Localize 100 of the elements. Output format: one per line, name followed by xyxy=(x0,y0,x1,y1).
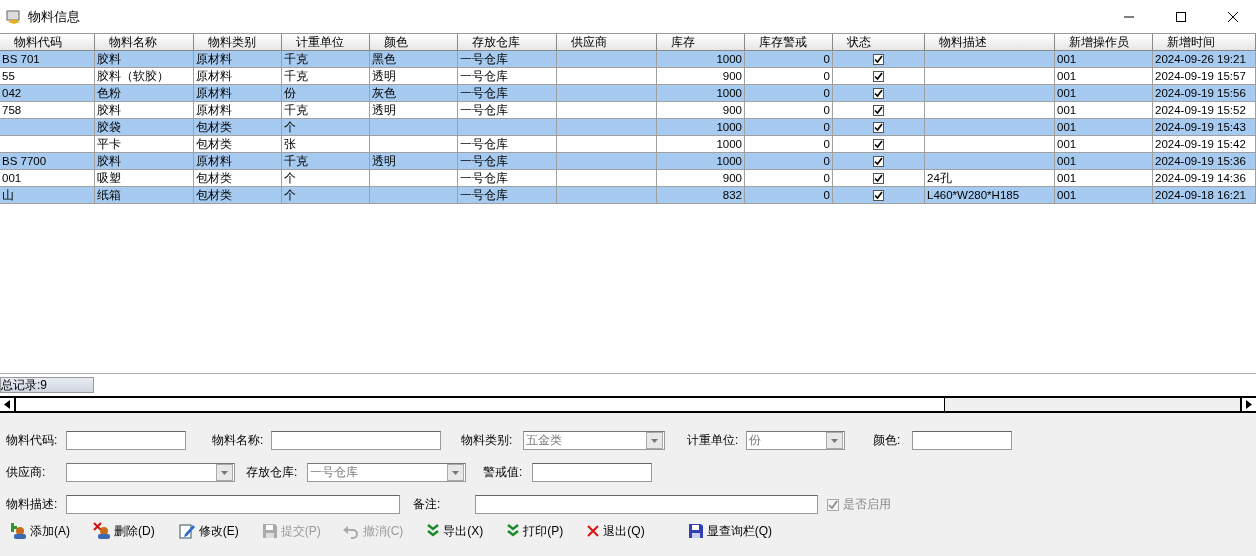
column-header[interactable]: 新增操作员 xyxy=(1055,34,1153,51)
column-header[interactable]: 颜色 xyxy=(370,34,458,51)
table-cell: 001 xyxy=(0,170,95,187)
status-checkbox[interactable] xyxy=(873,70,884,82)
table-cell: 透明 xyxy=(370,102,458,119)
column-header[interactable]: 新增时间 xyxy=(1153,34,1256,51)
table-cell: BS 7700 xyxy=(0,153,95,170)
toolbar-button[interactable]: 打印(P) xyxy=(503,520,567,542)
table-cell: 一号仓库 xyxy=(458,68,557,85)
record-count: 总记录:9 xyxy=(0,377,94,393)
table-cell: 2024-09-19 15:56 xyxy=(1153,85,1256,102)
text-field[interactable] xyxy=(532,463,652,482)
table-cell: 山 xyxy=(0,187,95,204)
table-cell: 2024-09-26 19:21 xyxy=(1153,51,1256,68)
table-cell: 0 xyxy=(745,170,833,187)
horizontal-scrollbar[interactable] xyxy=(0,396,1256,413)
column-header[interactable]: 计重单位 xyxy=(282,34,370,51)
table-cell: 0 xyxy=(745,187,833,204)
toolbar-button[interactable]: 导出(X) xyxy=(423,520,487,542)
status-checkbox[interactable] xyxy=(873,121,884,133)
table-cell: 千克 xyxy=(282,102,370,119)
column-header[interactable]: 库存 xyxy=(657,34,745,51)
table-cell: 一号仓库 xyxy=(458,85,557,102)
right-arrow-icon[interactable] xyxy=(1246,400,1252,409)
field-label: 物料代码: xyxy=(6,432,59,449)
table-cell: 原材料 xyxy=(194,68,282,85)
table-cell: L460*W280*H185 xyxy=(925,187,1055,204)
column-header[interactable]: 物料描述 xyxy=(925,34,1055,51)
field-label: 物料名称: xyxy=(212,432,265,449)
field-label: 供应商: xyxy=(6,464,47,481)
table-cell: 灰色 xyxy=(370,85,458,102)
table-cell: 1000 xyxy=(657,85,745,102)
text-field[interactable] xyxy=(912,431,1012,450)
undo-icon xyxy=(341,523,360,539)
table-cell: 001 xyxy=(1055,153,1153,170)
table-cell: 042 xyxy=(0,85,95,102)
table-cell: 平卡 xyxy=(95,136,194,153)
table-cell: 55 xyxy=(0,68,95,85)
field-label: 备注: xyxy=(413,496,442,513)
status-checkbox[interactable] xyxy=(873,104,884,116)
status-checkbox[interactable] xyxy=(873,189,884,201)
table-cell: 份 xyxy=(282,85,370,102)
toolbar-button[interactable]: 添加(A) xyxy=(6,520,73,542)
table-cell: 2024-09-18 16:21 xyxy=(1153,187,1256,204)
table-cell: 2024-09-19 15:42 xyxy=(1153,136,1256,153)
column-header[interactable]: 物料名称 xyxy=(95,34,194,51)
field-label: 计重单位: xyxy=(687,432,740,449)
toolbar-button[interactable]: 修改(E) xyxy=(174,520,242,542)
table-cell: 原材料 xyxy=(194,85,282,102)
table-cell: 吸塑 xyxy=(95,170,194,187)
column-header[interactable]: 供应商 xyxy=(557,34,657,51)
table-cell: 0 xyxy=(745,51,833,68)
double-chevron-icon xyxy=(426,524,441,538)
toolbar-button[interactable]: 显查询栏(Q) xyxy=(684,520,775,542)
status-checkbox[interactable] xyxy=(873,87,884,99)
column-header[interactable]: 物料类别 xyxy=(194,34,282,51)
table-cell: 0 xyxy=(745,153,833,170)
table-cell: 0 xyxy=(745,85,833,102)
text-field[interactable] xyxy=(66,431,186,450)
field-label: 物料类别: xyxy=(461,432,514,449)
table-cell: 0 xyxy=(745,119,833,136)
table-cell: 2024-09-19 14:36 xyxy=(1153,170,1256,187)
status-checkbox[interactable] xyxy=(873,138,884,150)
add-user-icon xyxy=(9,522,27,540)
status-checkbox[interactable] xyxy=(873,155,884,167)
status-checkbox[interactable] xyxy=(873,53,884,65)
close-icon xyxy=(586,524,601,538)
table-cell: 黑色 xyxy=(370,51,458,68)
table-cell: 001 xyxy=(1055,119,1153,136)
table-cell: 900 xyxy=(657,170,745,187)
table-cell: 0 xyxy=(745,102,833,119)
column-header[interactable]: 库存警戒 xyxy=(745,34,833,51)
table-cell: 一号仓库 xyxy=(458,51,557,68)
table-cell: 千克 xyxy=(282,153,370,170)
text-field[interactable] xyxy=(271,431,441,450)
left-arrow-icon[interactable] xyxy=(4,400,10,409)
close-icon[interactable] xyxy=(1228,11,1238,22)
table-cell: 001 xyxy=(1055,136,1153,153)
table-cell: 一号仓库 xyxy=(458,187,557,204)
column-header[interactable]: 存放仓库 xyxy=(458,34,557,51)
table-cell: 2024-09-19 15:57 xyxy=(1153,68,1256,85)
table-cell: 胶料（软胶） xyxy=(95,68,194,85)
column-header[interactable]: 物料代码 xyxy=(0,34,95,51)
delete-user-icon xyxy=(93,522,111,540)
text-field[interactable] xyxy=(66,495,400,514)
maximize-icon[interactable] xyxy=(1176,11,1186,22)
table-cell: 1000 xyxy=(657,153,745,170)
table-cell: 900 xyxy=(657,102,745,119)
text-field[interactable] xyxy=(475,495,818,514)
toolbar-button[interactable]: 退出(Q) xyxy=(583,520,648,542)
table-cell: 2024-09-19 15:52 xyxy=(1153,102,1256,119)
table-cell: 原材料 xyxy=(194,51,282,68)
column-header[interactable]: 状态 xyxy=(833,34,925,51)
table-cell: 色粉 xyxy=(95,85,194,102)
table-cell: 胶料 xyxy=(95,51,194,68)
table-cell: 个 xyxy=(282,187,370,204)
toolbar-button[interactable]: 删除(D) xyxy=(90,520,158,542)
status-checkbox[interactable] xyxy=(873,172,884,184)
table-cell: 张 xyxy=(282,136,370,153)
app-icon xyxy=(6,8,22,25)
